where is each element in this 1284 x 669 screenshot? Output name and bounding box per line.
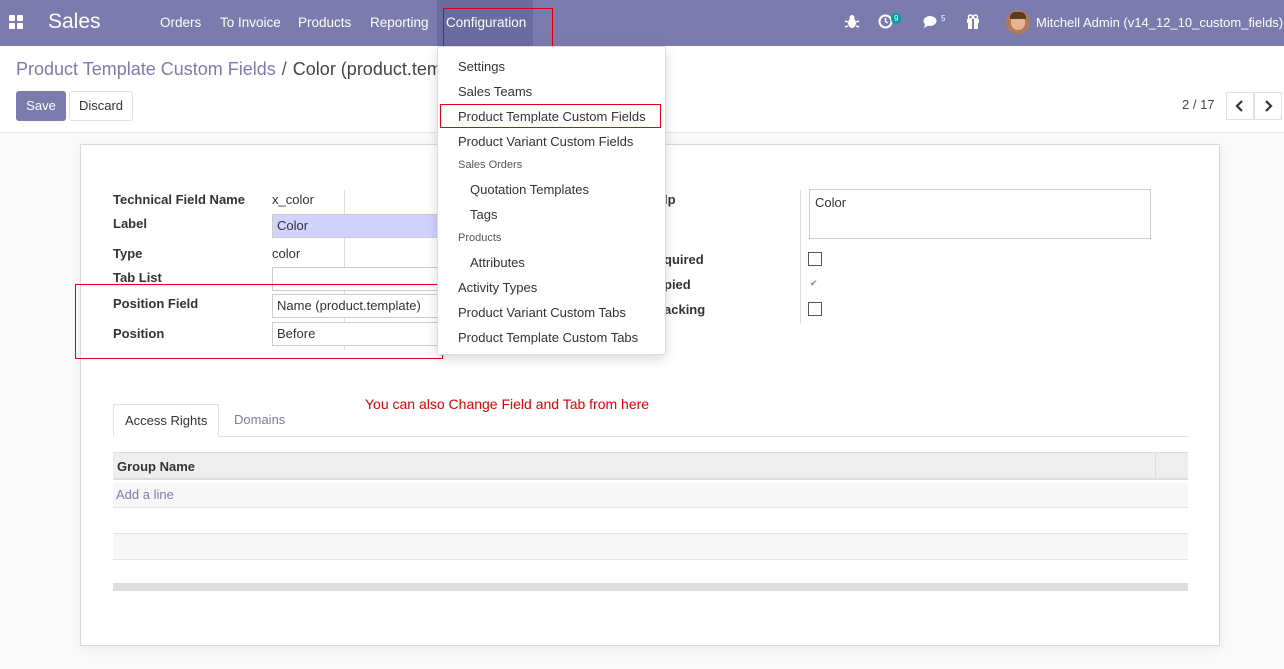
label-field-label: Label	[113, 216, 147, 231]
group-name-column-header[interactable]: Group Name	[117, 459, 195, 474]
table-header: Group Name	[113, 452, 1188, 480]
dropdown-item-product-variant-custom-tabs[interactable]: Product Variant Custom Tabs	[458, 305, 626, 320]
notebook-tabs: Access Rights Domains	[113, 404, 1188, 437]
dropdown-item-product-variant-custom-fields[interactable]: Product Variant Custom Fields	[458, 134, 633, 149]
messages-icon[interactable]	[923, 15, 939, 29]
tracking-label: acking	[664, 302, 706, 317]
message-count-badge: 5	[941, 14, 946, 23]
pager-next-button[interactable]	[1254, 92, 1282, 120]
table-row	[113, 534, 1188, 559]
apps-menu-icon[interactable]	[9, 15, 23, 29]
dropdown-item-settings[interactable]: Settings	[458, 59, 505, 74]
annotation-box-position-fields	[75, 284, 443, 359]
menu-products[interactable]: Products	[298, 15, 351, 30]
user-menu-name[interactable]: Mitchell Admin (v14_12_10_custom_fields)	[1036, 15, 1283, 30]
table-footer	[113, 583, 1188, 591]
tracking-checkbox[interactable]	[808, 302, 822, 316]
dropdown-item-attributes[interactable]: Attributes	[470, 255, 525, 270]
tab-list-label: Tab List	[113, 270, 162, 285]
menu-to-invoice[interactable]: To Invoice	[220, 15, 281, 30]
breadcrumb-separator: /	[281, 59, 287, 79]
copied-checkmark-icon[interactable]: ✔	[810, 278, 818, 289]
required-checkbox[interactable]	[808, 252, 822, 266]
tab-access-rights[interactable]: Access Rights	[113, 404, 220, 437]
dropdown-section-products: Products	[458, 232, 502, 244]
right-group-divider	[800, 190, 801, 324]
pager-value[interactable]: 2 / 17	[1182, 97, 1215, 112]
menu-orders[interactable]: Orders	[160, 15, 201, 30]
dropdown-section-sales-orders: Sales Orders	[458, 159, 523, 171]
technical-field-name-value: x_color	[272, 192, 314, 207]
activity-count-badge: 9	[891, 13, 902, 24]
breadcrumb-parent-link[interactable]: Product Template Custom Fields	[16, 59, 276, 79]
type-value: color	[272, 246, 301, 261]
add-a-line-link[interactable]: Add a line	[116, 487, 174, 502]
help-textarea[interactable]: Color	[809, 189, 1151, 239]
breadcrumb-current: Color (product.tem	[292, 59, 442, 79]
menu-reporting[interactable]: Reporting	[370, 15, 429, 30]
dropdown-item-quotation-templates[interactable]: Quotation Templates	[470, 182, 589, 197]
tab-domains[interactable]: Domains	[223, 404, 296, 437]
breadcrumb: Product Template Custom Fields / Color (pr…	[16, 59, 442, 80]
type-label: Type	[113, 246, 143, 261]
dropdown-item-sales-teams[interactable]: Sales Teams	[458, 84, 532, 99]
top-navbar: Sales Orders To Invoice Products Reporti…	[0, 0, 1284, 46]
save-button[interactable]: Save	[16, 91, 66, 121]
dropdown-item-product-template-custom-tabs[interactable]: Product Template Custom Tabs	[458, 330, 638, 345]
technical-field-name-label: Technical Field Name	[113, 192, 245, 207]
chevron-right-icon	[1265, 100, 1273, 112]
bug-icon[interactable]	[845, 14, 859, 30]
copied-label: pied	[664, 277, 691, 292]
chevron-left-icon	[1235, 100, 1243, 112]
label-input[interactable]: Color	[272, 214, 442, 238]
annotation-box-dropdown-item	[440, 104, 661, 128]
configuration-dropdown-menu: Settings Sales Teams Product Template Cu…	[437, 46, 666, 355]
dropdown-item-activity-types[interactable]: Activity Types	[458, 280, 537, 295]
required-label: quired	[664, 252, 704, 267]
table-row	[113, 483, 1188, 508]
discard-button[interactable]: Discard	[69, 91, 133, 121]
gift-icon[interactable]	[966, 14, 980, 29]
user-avatar[interactable]	[1006, 10, 1030, 34]
dropdown-item-tags[interactable]: Tags	[470, 207, 497, 222]
app-name: Sales	[48, 10, 101, 33]
pager-previous-button[interactable]	[1226, 92, 1254, 120]
